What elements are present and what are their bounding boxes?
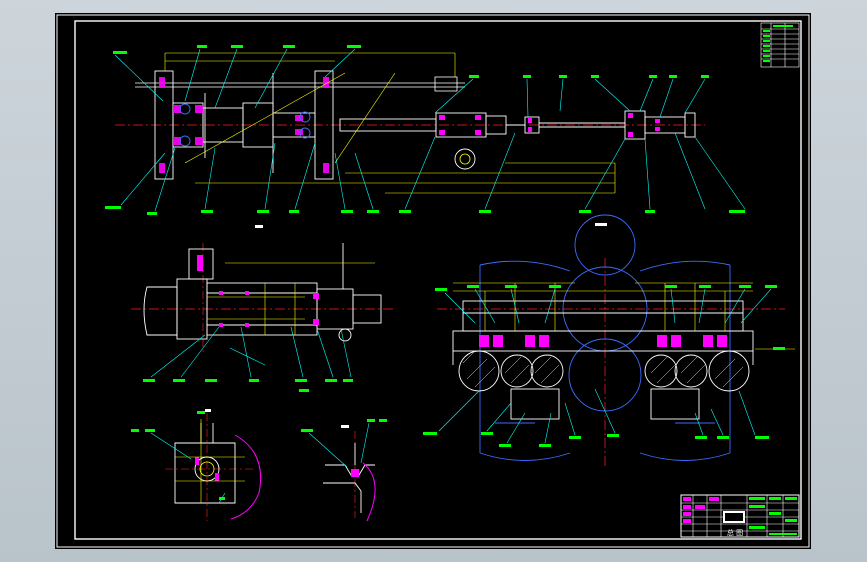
detail-view-d xyxy=(301,419,387,522)
title-block-sheet-label: 总 图 xyxy=(727,528,743,537)
section-view-left xyxy=(131,243,395,392)
section-view-right xyxy=(423,214,795,468)
revision-table xyxy=(760,22,800,68)
title-block: 总 图 xyxy=(680,494,800,538)
drawing-sheet: 总 图 xyxy=(55,13,811,549)
detail-view-c xyxy=(131,411,262,521)
inner-border xyxy=(74,20,802,540)
cad-drawing: 总 图 xyxy=(56,14,810,548)
outer-border xyxy=(56,14,810,548)
cad-viewport: 总 图 xyxy=(0,0,867,562)
main-assembly-view xyxy=(105,45,746,215)
